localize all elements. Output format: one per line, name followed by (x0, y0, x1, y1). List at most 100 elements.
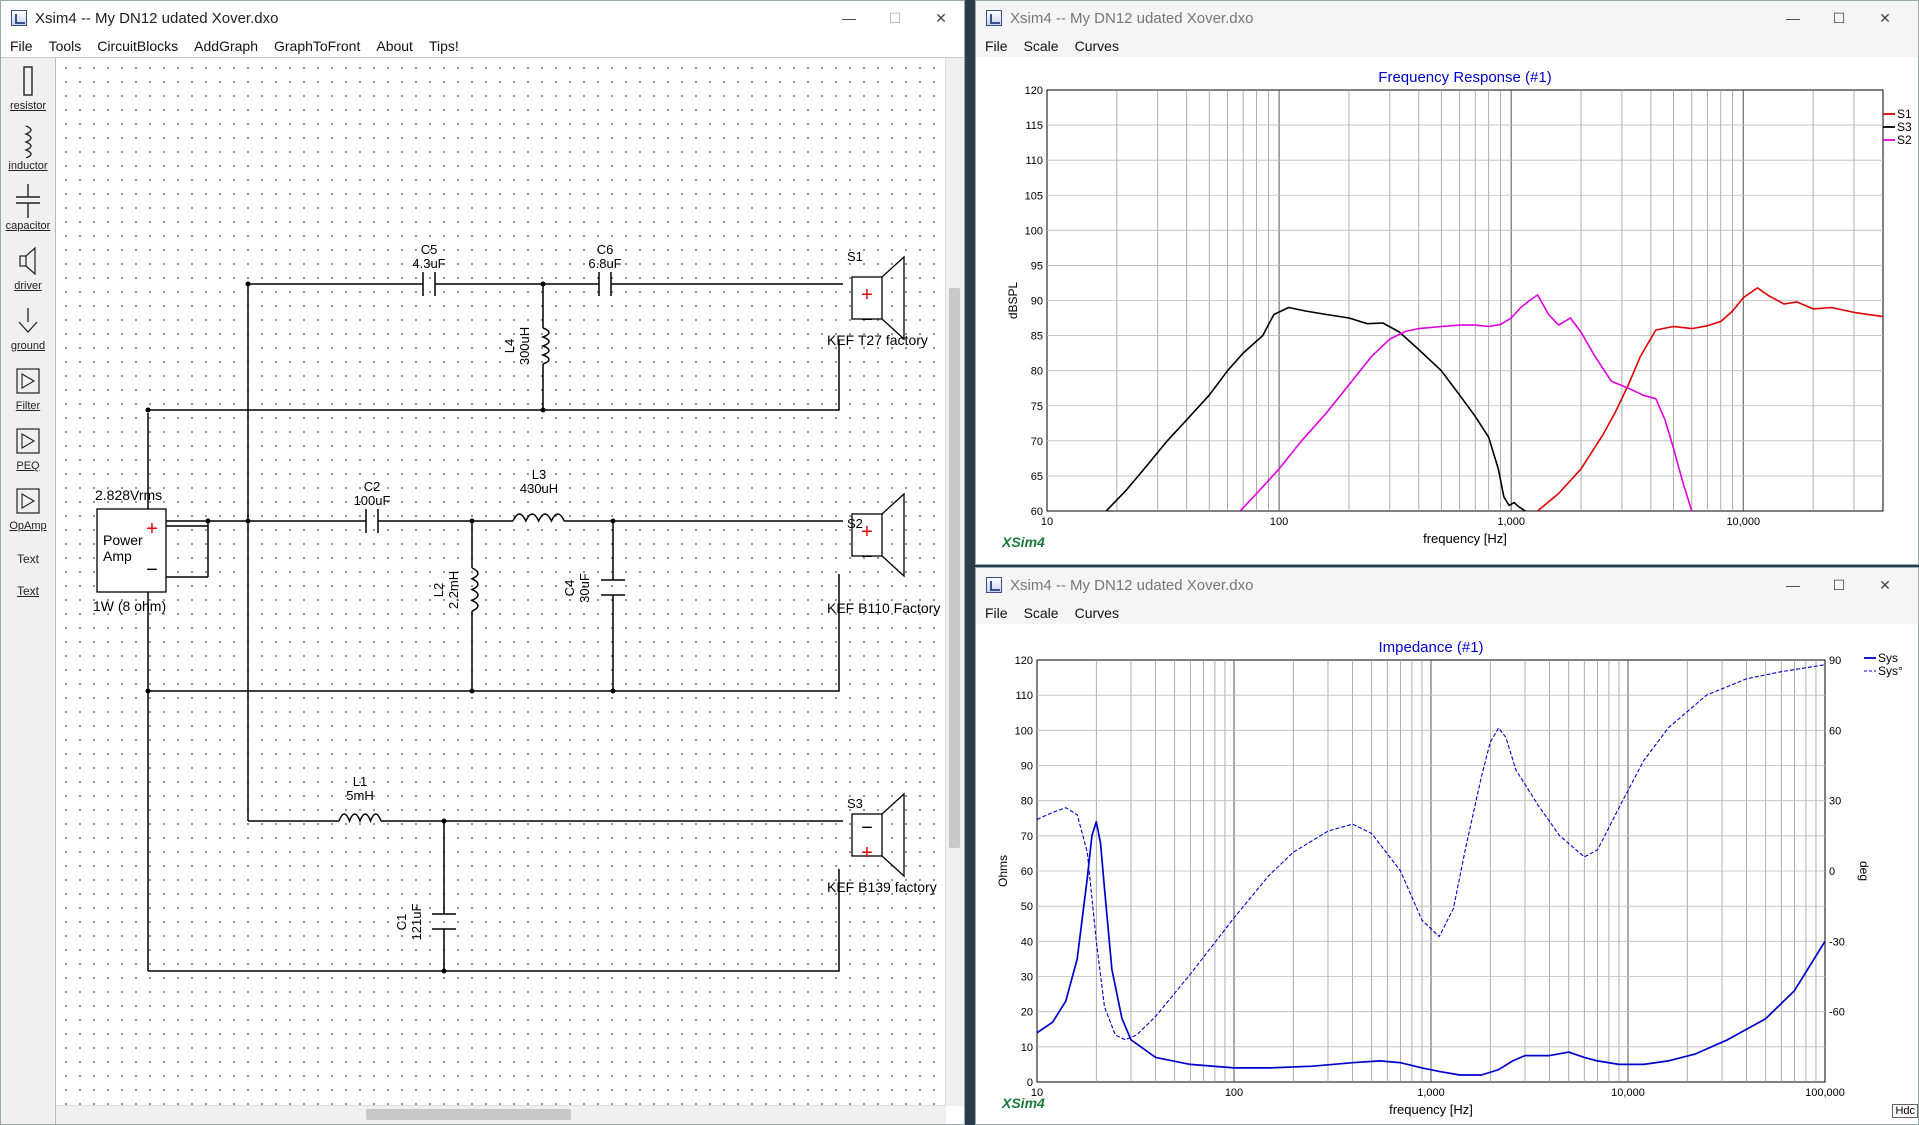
palette-ground[interactable]: ground (1, 304, 55, 352)
freq-menu-scale[interactable]: Scale (1015, 38, 1066, 54)
capacitor-c1-symbol[interactable] (432, 913, 456, 930)
freq-titlebar[interactable]: Xsim4 -- My DN12 udated Xover.dxo — ☐ ✕ (976, 1, 1918, 35)
junction (245, 281, 251, 287)
imp-graph-area[interactable]: 0 10 20 30 40 50 60 70 80 90 100 110 120 10 100 1,000 10… (976, 624, 1918, 1124)
speaker-s3[interactable]: − + S3 KEF B139 factory (827, 792, 937, 895)
c4-value: 30uF (577, 573, 592, 603)
y-tick-label: 80 (1021, 796, 1033, 808)
imp-window-title: Xsim4 -- My DN12 udated Xover.dxo (1010, 576, 1254, 594)
amp-plus-sign: + (146, 518, 158, 540)
palette-capacitor-label: capacitor (5, 220, 51, 232)
frequency-response-chart: 606570758085909510010511011512010 100 1,00… (1006, 69, 1912, 546)
inductor-l1-symbol[interactable] (338, 813, 382, 824)
inductor-l3-symbol[interactable] (512, 513, 565, 523)
palette-opamp[interactable]: OpAmp (1, 484, 55, 532)
freq-maximize-button[interactable]: ☐ (1816, 1, 1862, 35)
filter-icon (16, 368, 40, 394)
imp-minimize-button[interactable]: — (1770, 568, 1816, 602)
freq-graph-area[interactable]: 60 65 70 75 80 85 90 95 100 105 110 115 120 10 100 1,00… (976, 57, 1918, 564)
capacitor-icon (16, 184, 40, 218)
y-tick-label: 110 (1015, 690, 1033, 702)
ground-icon (18, 308, 38, 333)
y2-tick-label: 90 (1829, 655, 1841, 667)
close-button[interactable]: ✕ (918, 1, 964, 35)
menu-graphtofront[interactable]: GraphToFront (265, 38, 367, 54)
palette-filter[interactable]: Filter (1, 364, 55, 412)
schematic-horizontal-scrollbar[interactable] (56, 1105, 946, 1124)
x-tick-label: 1,000 (1417, 1087, 1445, 1099)
amp-voltage: 2.828Vrms (95, 487, 162, 503)
palette-text-1[interactable]: Text (1, 552, 55, 566)
inductor-l2-symbol[interactable] (470, 567, 479, 612)
c2-name: C2 (364, 479, 381, 494)
imp-titlebar[interactable]: Xsim4 -- My DN12 udated Xover.dxo — ☐ ✕ (976, 568, 1918, 602)
palette-resistor-label: resistor (9, 100, 47, 112)
y-axis-label: Ohms (996, 855, 1010, 887)
palette-inductor[interactable]: inductor (1, 124, 55, 172)
schematic-window: Xsim4 -- My DN12 udated Xover.dxo — ☐ ✕ … (0, 0, 965, 1125)
capacitor-c2-symbol[interactable] (365, 509, 379, 533)
palette-ground-label: ground (10, 340, 46, 352)
freq-close-button[interactable]: ✕ (1862, 1, 1908, 35)
palette-resistor[interactable]: resistor (1, 64, 55, 112)
y-tick-label: 115 (1025, 120, 1043, 132)
capacitor-c6-symbol[interactable] (598, 272, 612, 296)
y-tick-label: 90 (1031, 296, 1043, 308)
c6-name: C6 (597, 242, 614, 257)
power-amp-block[interactable]: Power Amp + − 2.828Vrms 1W (8 ohm) (93, 487, 167, 614)
minimize-button[interactable]: — (826, 1, 872, 35)
imp-menu-file[interactable]: File (976, 605, 1015, 621)
schematic-window-title: Xsim4 -- My DN12 udated Xover.dxo (35, 9, 279, 27)
imp-maximize-button[interactable]: ☐ (1816, 568, 1862, 602)
s1-desc: KEF T27 factory (827, 332, 928, 348)
s2-desc: KEF B110 Factory (827, 600, 940, 616)
l1-value: 5mH (346, 788, 373, 803)
x-tick-label: 10,000 (1726, 516, 1760, 528)
menu-file[interactable]: File (1, 38, 40, 54)
s3-name: S3 (847, 796, 863, 811)
x-axis-label: frequency [Hz] (1423, 531, 1507, 546)
impedance-window: Xsim4 -- My DN12 udated Xover.dxo — ☐ ✕ … (975, 567, 1919, 1125)
wire (148, 574, 840, 692)
imp-menu-scale[interactable]: Scale (1015, 605, 1066, 621)
menu-circuitblocks[interactable]: CircuitBlocks (88, 38, 185, 54)
peq-icon (16, 428, 40, 454)
schematic-vertical-scrollbar[interactable] (945, 58, 964, 1106)
imp-close-button[interactable]: ✕ (1862, 568, 1908, 602)
menu-tools[interactable]: Tools (40, 38, 89, 54)
speaker-s2[interactable]: + − S2 KEF B110 Factory (827, 492, 940, 616)
wire (148, 869, 840, 972)
menu-addgraph[interactable]: AddGraph (185, 38, 265, 54)
schematic-titlebar[interactable]: Xsim4 -- My DN12 udated Xover.dxo — ☐ ✕ (1, 1, 964, 35)
horizontal-scroll-thumb[interactable] (366, 1109, 571, 1120)
schematic-canvas[interactable]: C5 4.3uF C6 6.8uF C2 100uF L3 430uH L1 5… (56, 58, 946, 1106)
maximize-button[interactable]: ☐ (872, 1, 918, 35)
palette-capacitor[interactable]: capacitor (1, 184, 55, 232)
capacitor-c4-symbol[interactable] (601, 579, 625, 596)
palette-peq[interactable]: PEQ (1, 424, 55, 472)
y-tick-label: 65 (1031, 471, 1043, 483)
junction (540, 407, 546, 413)
s2-name: S2 (847, 516, 863, 531)
freq-menu-file[interactable]: File (976, 38, 1015, 54)
imp-menu-curves[interactable]: Curves (1066, 605, 1126, 621)
freq-menu-curves[interactable]: Curves (1066, 38, 1126, 54)
x-tick-label: 10,000 (1611, 1087, 1645, 1099)
menu-about[interactable]: About (367, 38, 420, 54)
vertical-scroll-thumb[interactable] (949, 288, 960, 848)
impedance-chart: 010203040506070809010011012010 100 1,000 10… (996, 639, 1903, 1117)
y-tick-label: 105 (1025, 190, 1043, 202)
speaker-s1[interactable]: + − S1 KEF T27 factory (827, 249, 928, 348)
palette-text-2[interactable]: Text (1, 582, 55, 598)
freq-menubar: File Scale Curves (976, 35, 1918, 57)
y-tick-label: 70 (1021, 831, 1033, 843)
capacitor-c5-symbol[interactable] (422, 272, 436, 296)
inductor-l4-symbol[interactable] (540, 327, 550, 365)
palette-driver[interactable]: driver (1, 244, 55, 292)
freq-minimize-button[interactable]: — (1770, 1, 1816, 35)
s2-bottom-sign: − (861, 546, 873, 568)
menu-tips[interactable]: Tips! (420, 38, 466, 54)
junction (610, 518, 616, 524)
x-axis-label: frequency [Hz] (1389, 1102, 1473, 1117)
l2-name: L2 (431, 583, 446, 597)
